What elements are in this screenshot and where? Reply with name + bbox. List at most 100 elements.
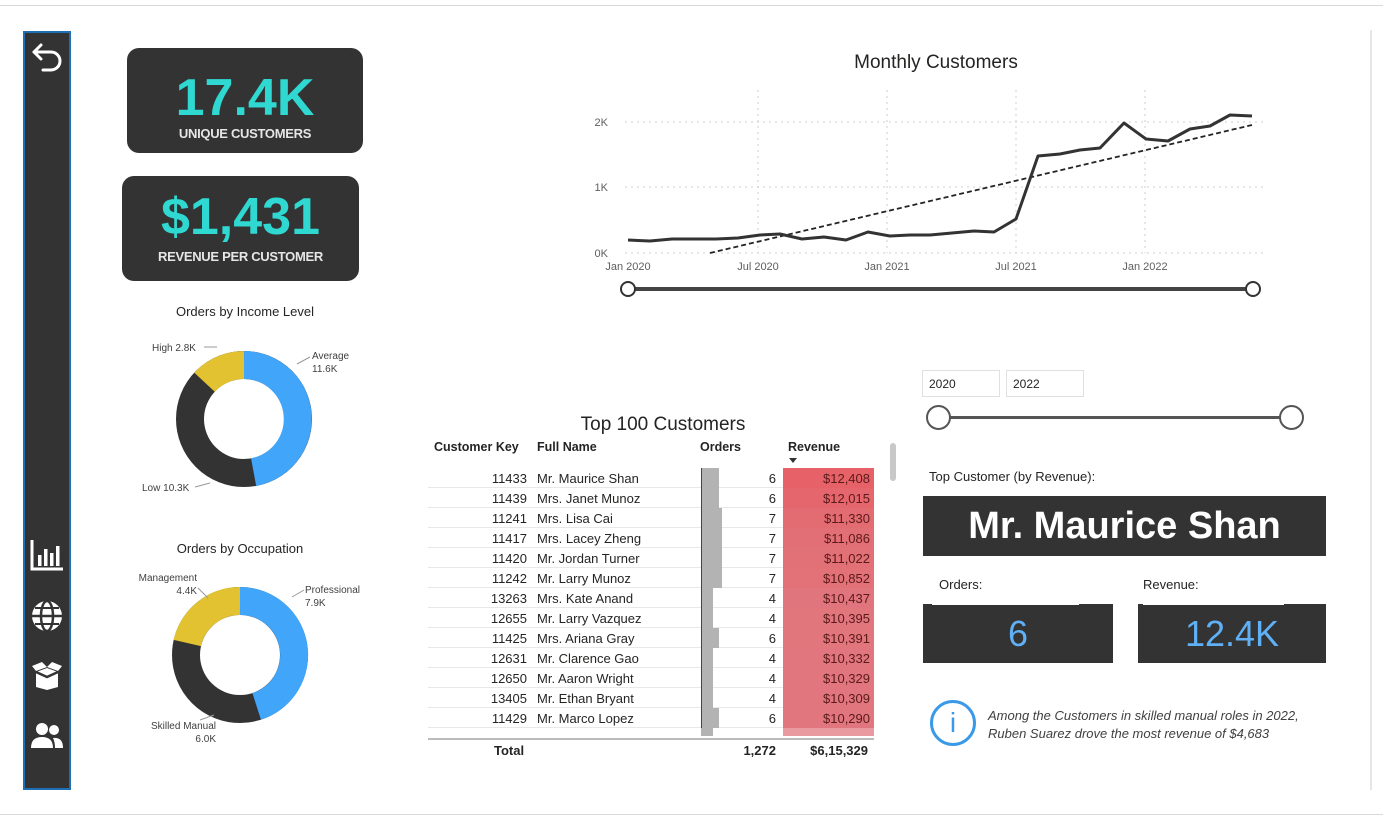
orders-bar-axis [701, 688, 702, 708]
table-row[interactable]: 12650 Mr. Aaron Wright 4 $10,329 [428, 668, 874, 688]
cell-full-name: Mr. Jordan Turner [537, 551, 640, 566]
cell-orders: 4 [768, 671, 776, 686]
orders-bar-axis [701, 668, 702, 688]
table-row[interactable]: 11429 Mr. Marco Lopez 6 $10,290 [428, 708, 874, 728]
y-tick-0k: 0K [595, 248, 609, 260]
slice-average[interactable] [243, 351, 312, 486]
label-management: Management 4.4K [138, 573, 197, 597]
top-customer-orders-value: 6 [1007, 613, 1029, 654]
chart-range-end-handle[interactable] [1245, 281, 1261, 297]
top-divider [0, 5, 1383, 6]
cell-customer-key: 13263 [490, 591, 527, 606]
cell-revenue: $10,852 [783, 568, 874, 588]
box-icon[interactable] [25, 656, 69, 696]
cell-orders: 4 [768, 591, 776, 606]
cell-full-name: Mrs. Kate Anand [537, 591, 634, 606]
col-customer-key[interactable]: Customer Key [434, 440, 519, 462]
top-customer-revenue-card: 12.4K [1138, 604, 1326, 663]
table-row[interactable]: 11241 Mrs. Lisa Cai 7 $11,330 [428, 508, 874, 528]
cell-customer-key: 11429 [491, 711, 527, 726]
cell-customer-key: 13405 [490, 691, 527, 706]
revenue-per-customer-card: $1,431 REVENUE PER CUSTOMER [122, 176, 359, 281]
orders-bar [701, 468, 719, 488]
orders-bar-axis [701, 608, 702, 628]
table-row[interactable]: 11433 Mr. Maurice Shan 6 $12,408 [428, 468, 874, 488]
x-tick-jan2022: Jan 2022 [1122, 261, 1167, 273]
table-scrollbar[interactable] [890, 443, 896, 481]
col-orders[interactable]: Orders [700, 440, 741, 462]
year-slider-track[interactable] [938, 416, 1292, 419]
cell-revenue: $10,395 [783, 608, 874, 628]
label-high: High 2.8K [152, 343, 196, 354]
top-customer-revenue-value: 12.4K [1184, 613, 1280, 654]
table-row-partial [428, 728, 874, 736]
table-title: Top 100 Customers [580, 414, 746, 435]
y-tick-1k: 1K [595, 182, 609, 194]
cell-orders: 7 [768, 511, 776, 526]
info-icon: i [930, 700, 976, 746]
cell-orders: 6 [768, 491, 776, 506]
back-arrow-icon[interactable] [25, 37, 69, 77]
table-row[interactable]: 12631 Mr. Clarence Gao 4 $10,332 [428, 648, 874, 668]
cell-full-name: Mr. Maurice Shan [537, 471, 639, 486]
revenue-per-customer-value: $1,431 [160, 188, 321, 246]
cell-revenue: $11,086 [783, 528, 874, 548]
leader-average [296, 356, 311, 365]
unique-customers-label: UNIQUE CUSTOMERS [178, 126, 312, 141]
monthly-customers-chart[interactable]: 2K 1K 0K Jan 2020 Jul 2020 Jan 2021 Jul … [580, 85, 1280, 315]
table-row[interactable]: 12655 Mr. Larry Vazquez 4 $10,395 [428, 608, 874, 628]
slice-professional[interactable] [239, 586, 309, 720]
globe-icon[interactable] [25, 596, 69, 636]
chart-range-start-handle[interactable] [620, 281, 636, 297]
insight-line-1: Among the Customers in skilled manual ro… [988, 708, 1299, 723]
table-row[interactable]: 11420 Mr. Jordan Turner 7 $11,022 [428, 548, 874, 568]
income-donut-title: Orders by Income Level [175, 304, 314, 319]
chart-range-track[interactable] [628, 287, 1253, 291]
col-full-name[interactable]: Full Name [537, 440, 597, 462]
orders-bar [701, 708, 719, 728]
cell-customer-key: 11242 [491, 571, 527, 586]
cell-full-name: Mr. Marco Lopez [537, 711, 634, 726]
orders-bar-axis [701, 628, 702, 648]
orders-bar [701, 608, 713, 628]
orders-card-notch [932, 603, 1079, 605]
total-revenue: $6,15,329 [810, 743, 868, 758]
orders-bar [701, 648, 713, 668]
table-row[interactable]: 13405 Mr. Ethan Bryant 4 $10,309 [428, 688, 874, 708]
label-average: Average 11.6K [312, 351, 350, 375]
cell-orders: 7 [768, 551, 776, 566]
occupation-donut-slices[interactable] [172, 586, 309, 723]
bottom-divider [0, 814, 1383, 815]
cell-full-name: Mrs. Janet Munoz [537, 491, 641, 506]
cell-full-name: Mrs. Lacey Zheng [537, 531, 642, 546]
monthly-chart-title: Monthly Customers [854, 52, 1018, 73]
table-row[interactable]: 11417 Mrs. Lacey Zheng 7 $11,086 [428, 528, 874, 548]
table-row[interactable]: 13263 Mrs. Kate Anand 4 $10,437 [428, 588, 874, 608]
income-donut-slices[interactable] [176, 351, 312, 487]
orders-bar-axis [701, 708, 702, 728]
bar-chart-icon[interactable] [25, 535, 69, 575]
year-slider-start-handle[interactable] [926, 405, 951, 430]
trend-line [709, 124, 1253, 254]
start-year-input[interactable]: 2020 [922, 370, 1000, 397]
table-row[interactable]: 11242 Mr. Larry Munoz 7 $10,852 [428, 568, 874, 588]
table-row[interactable]: 11439 Mrs. Janet Munoz 6 $12,015 [428, 488, 874, 508]
revenue-per-customer-label: REVENUE PER CUSTOMER [158, 249, 323, 264]
leader-low [194, 482, 211, 488]
slice-management[interactable] [173, 586, 241, 647]
cell-customer-key: 11241 [491, 511, 527, 526]
cell-customer-key: 11417 [491, 531, 527, 546]
year-slider-end-handle[interactable] [1279, 405, 1304, 430]
cell-full-name: Mr. Larry Munoz [537, 571, 631, 586]
orders-bar [701, 488, 719, 508]
end-year-input[interactable]: 2022 [1006, 370, 1084, 397]
orders-bar [701, 588, 713, 608]
customers-series-line[interactable] [627, 113, 1253, 243]
top-customer-card: Mr. Maurice Shan [923, 496, 1326, 556]
table-row[interactable]: 11425 Mrs. Ariana Gray 6 $10,391 [428, 628, 874, 648]
users-icon[interactable] [25, 716, 69, 756]
cell-full-name: Mr. Clarence Gao [537, 651, 639, 666]
sort-desc-icon[interactable] [789, 458, 797, 463]
orders-bar-axis [701, 568, 702, 588]
slice-high[interactable] [194, 351, 245, 393]
